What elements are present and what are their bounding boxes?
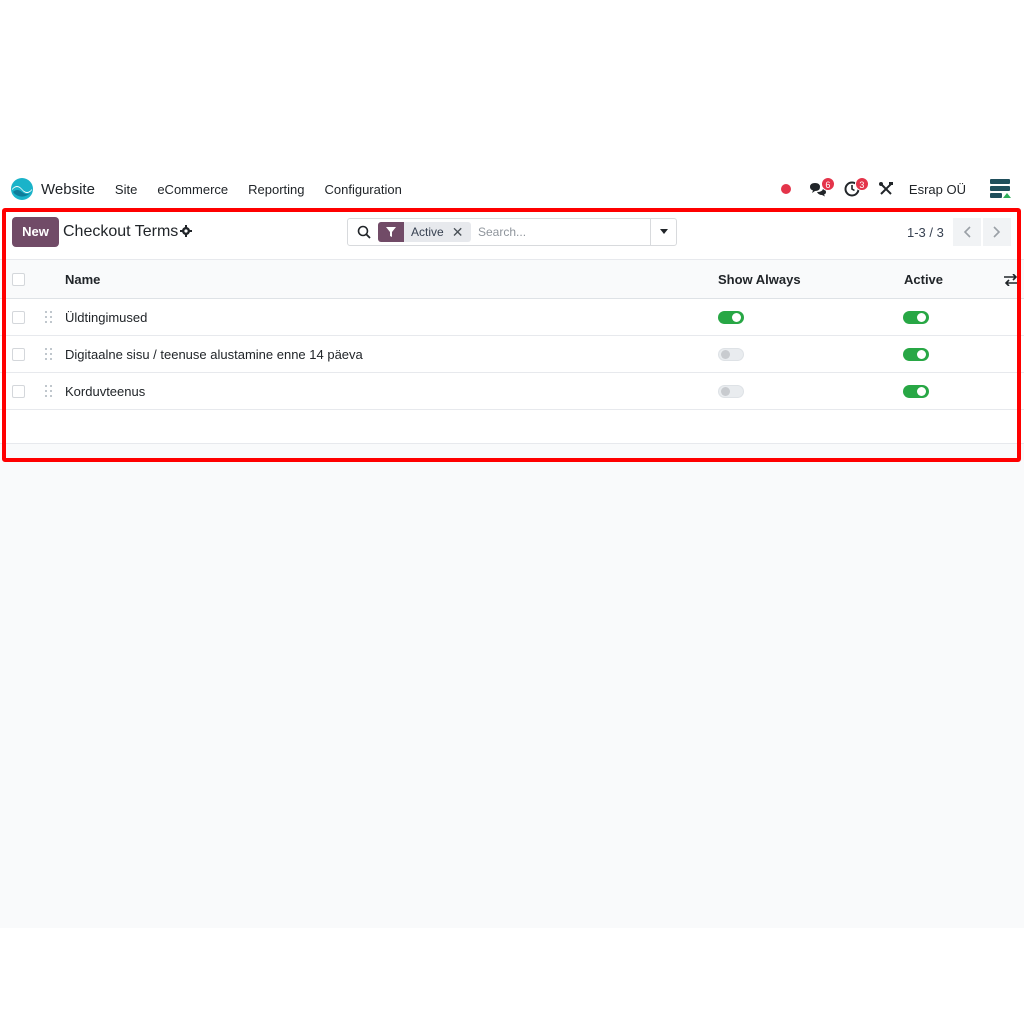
drag-handle-icon[interactable] bbox=[45, 373, 53, 409]
tools-icon[interactable] bbox=[873, 176, 899, 202]
table-row[interactable]: Korduvteenus bbox=[0, 373, 1024, 410]
table-row[interactable]: Üldtingimused bbox=[0, 299, 1024, 336]
search-bar: Active ✕ bbox=[347, 218, 677, 246]
gear-icon[interactable] bbox=[180, 225, 192, 240]
top-blank-area bbox=[0, 0, 1024, 170]
show-always-toggle[interactable] bbox=[718, 373, 744, 409]
menu-ecommerce[interactable]: eCommerce bbox=[157, 182, 228, 197]
page-title[interactable]: Checkout Terms bbox=[63, 223, 178, 241]
list-header: Name Show Always Active bbox=[0, 261, 1024, 299]
row-checkbox[interactable] bbox=[12, 299, 25, 335]
search-icon[interactable] bbox=[357, 225, 371, 242]
active-toggle[interactable] bbox=[903, 373, 929, 409]
messages-badge: 6 bbox=[820, 177, 835, 191]
main-navbar: Website Site eCommerce Reporting Configu… bbox=[0, 170, 1024, 208]
website-app-icon[interactable] bbox=[10, 177, 34, 201]
menu-reporting[interactable]: Reporting bbox=[248, 182, 304, 197]
menu-site[interactable]: Site bbox=[115, 182, 137, 197]
show-always-toggle[interactable] bbox=[718, 336, 744, 372]
optional-columns-toggle-icon[interactable] bbox=[1004, 261, 1018, 298]
row-checkbox[interactable] bbox=[12, 336, 25, 372]
navbar-systray: 6 3 Esrap OÜ bbox=[780, 170, 1014, 208]
select-all-checkbox[interactable] bbox=[12, 261, 25, 298]
company-switcher[interactable]: Esrap OÜ bbox=[909, 182, 966, 197]
activities-badge: 3 bbox=[854, 177, 869, 191]
control-panel: New Checkout Terms Active ✕ Search... 1-… bbox=[0, 208, 1024, 260]
facet-label: Active bbox=[411, 225, 444, 239]
column-header-active[interactable]: Active bbox=[904, 261, 943, 298]
pager-previous-chevron-left-icon[interactable] bbox=[953, 218, 981, 246]
remove-facet-close-icon[interactable]: ✕ bbox=[452, 222, 464, 242]
row-checkbox[interactable] bbox=[12, 373, 25, 409]
app-name[interactable]: Website bbox=[41, 181, 95, 198]
pager-value[interactable]: 1-3 / 3 bbox=[907, 225, 944, 240]
search-facet-active: Active ✕ bbox=[378, 222, 472, 242]
list-empty-filler-row bbox=[0, 410, 1024, 444]
column-header-name[interactable]: Name bbox=[65, 261, 100, 298]
show-always-toggle[interactable] bbox=[718, 299, 744, 335]
menu-configuration[interactable]: Configuration bbox=[325, 182, 402, 197]
table-row[interactable]: Digitaalne sisu / teenuse alustamine enn… bbox=[0, 336, 1024, 373]
drag-handle-icon[interactable] bbox=[45, 336, 53, 372]
new-button[interactable]: New bbox=[12, 217, 59, 247]
row-name[interactable]: Üldtingimused bbox=[65, 299, 147, 335]
row-name[interactable]: Digitaalne sisu / teenuse alustamine enn… bbox=[65, 336, 363, 372]
drag-handle-icon[interactable] bbox=[45, 299, 53, 335]
status-dot-icon[interactable] bbox=[780, 184, 791, 194]
row-name[interactable]: Korduvteenus bbox=[65, 373, 145, 409]
filter-icon bbox=[378, 222, 404, 242]
bottom-blank-area bbox=[0, 928, 1024, 1024]
search-input[interactable] bbox=[478, 223, 643, 241]
facet-label-box: Active ✕ bbox=[404, 222, 472, 242]
search-options-caret-down-icon[interactable] bbox=[650, 219, 676, 245]
user-avatar-icon[interactable] bbox=[988, 176, 1014, 202]
activities-clock-icon[interactable]: 3 bbox=[839, 176, 869, 202]
list-view: Name Show Always Active Üldtingimused Di… bbox=[0, 261, 1024, 444]
active-toggle[interactable] bbox=[903, 299, 929, 335]
column-header-show-always[interactable]: Show Always bbox=[718, 261, 801, 298]
messages-icon[interactable]: 6 bbox=[805, 176, 835, 202]
pager-next-chevron-right-icon[interactable] bbox=[983, 218, 1011, 246]
action-content: New Checkout Terms Active ✕ Search... 1-… bbox=[0, 208, 1024, 928]
active-toggle[interactable] bbox=[903, 336, 929, 372]
